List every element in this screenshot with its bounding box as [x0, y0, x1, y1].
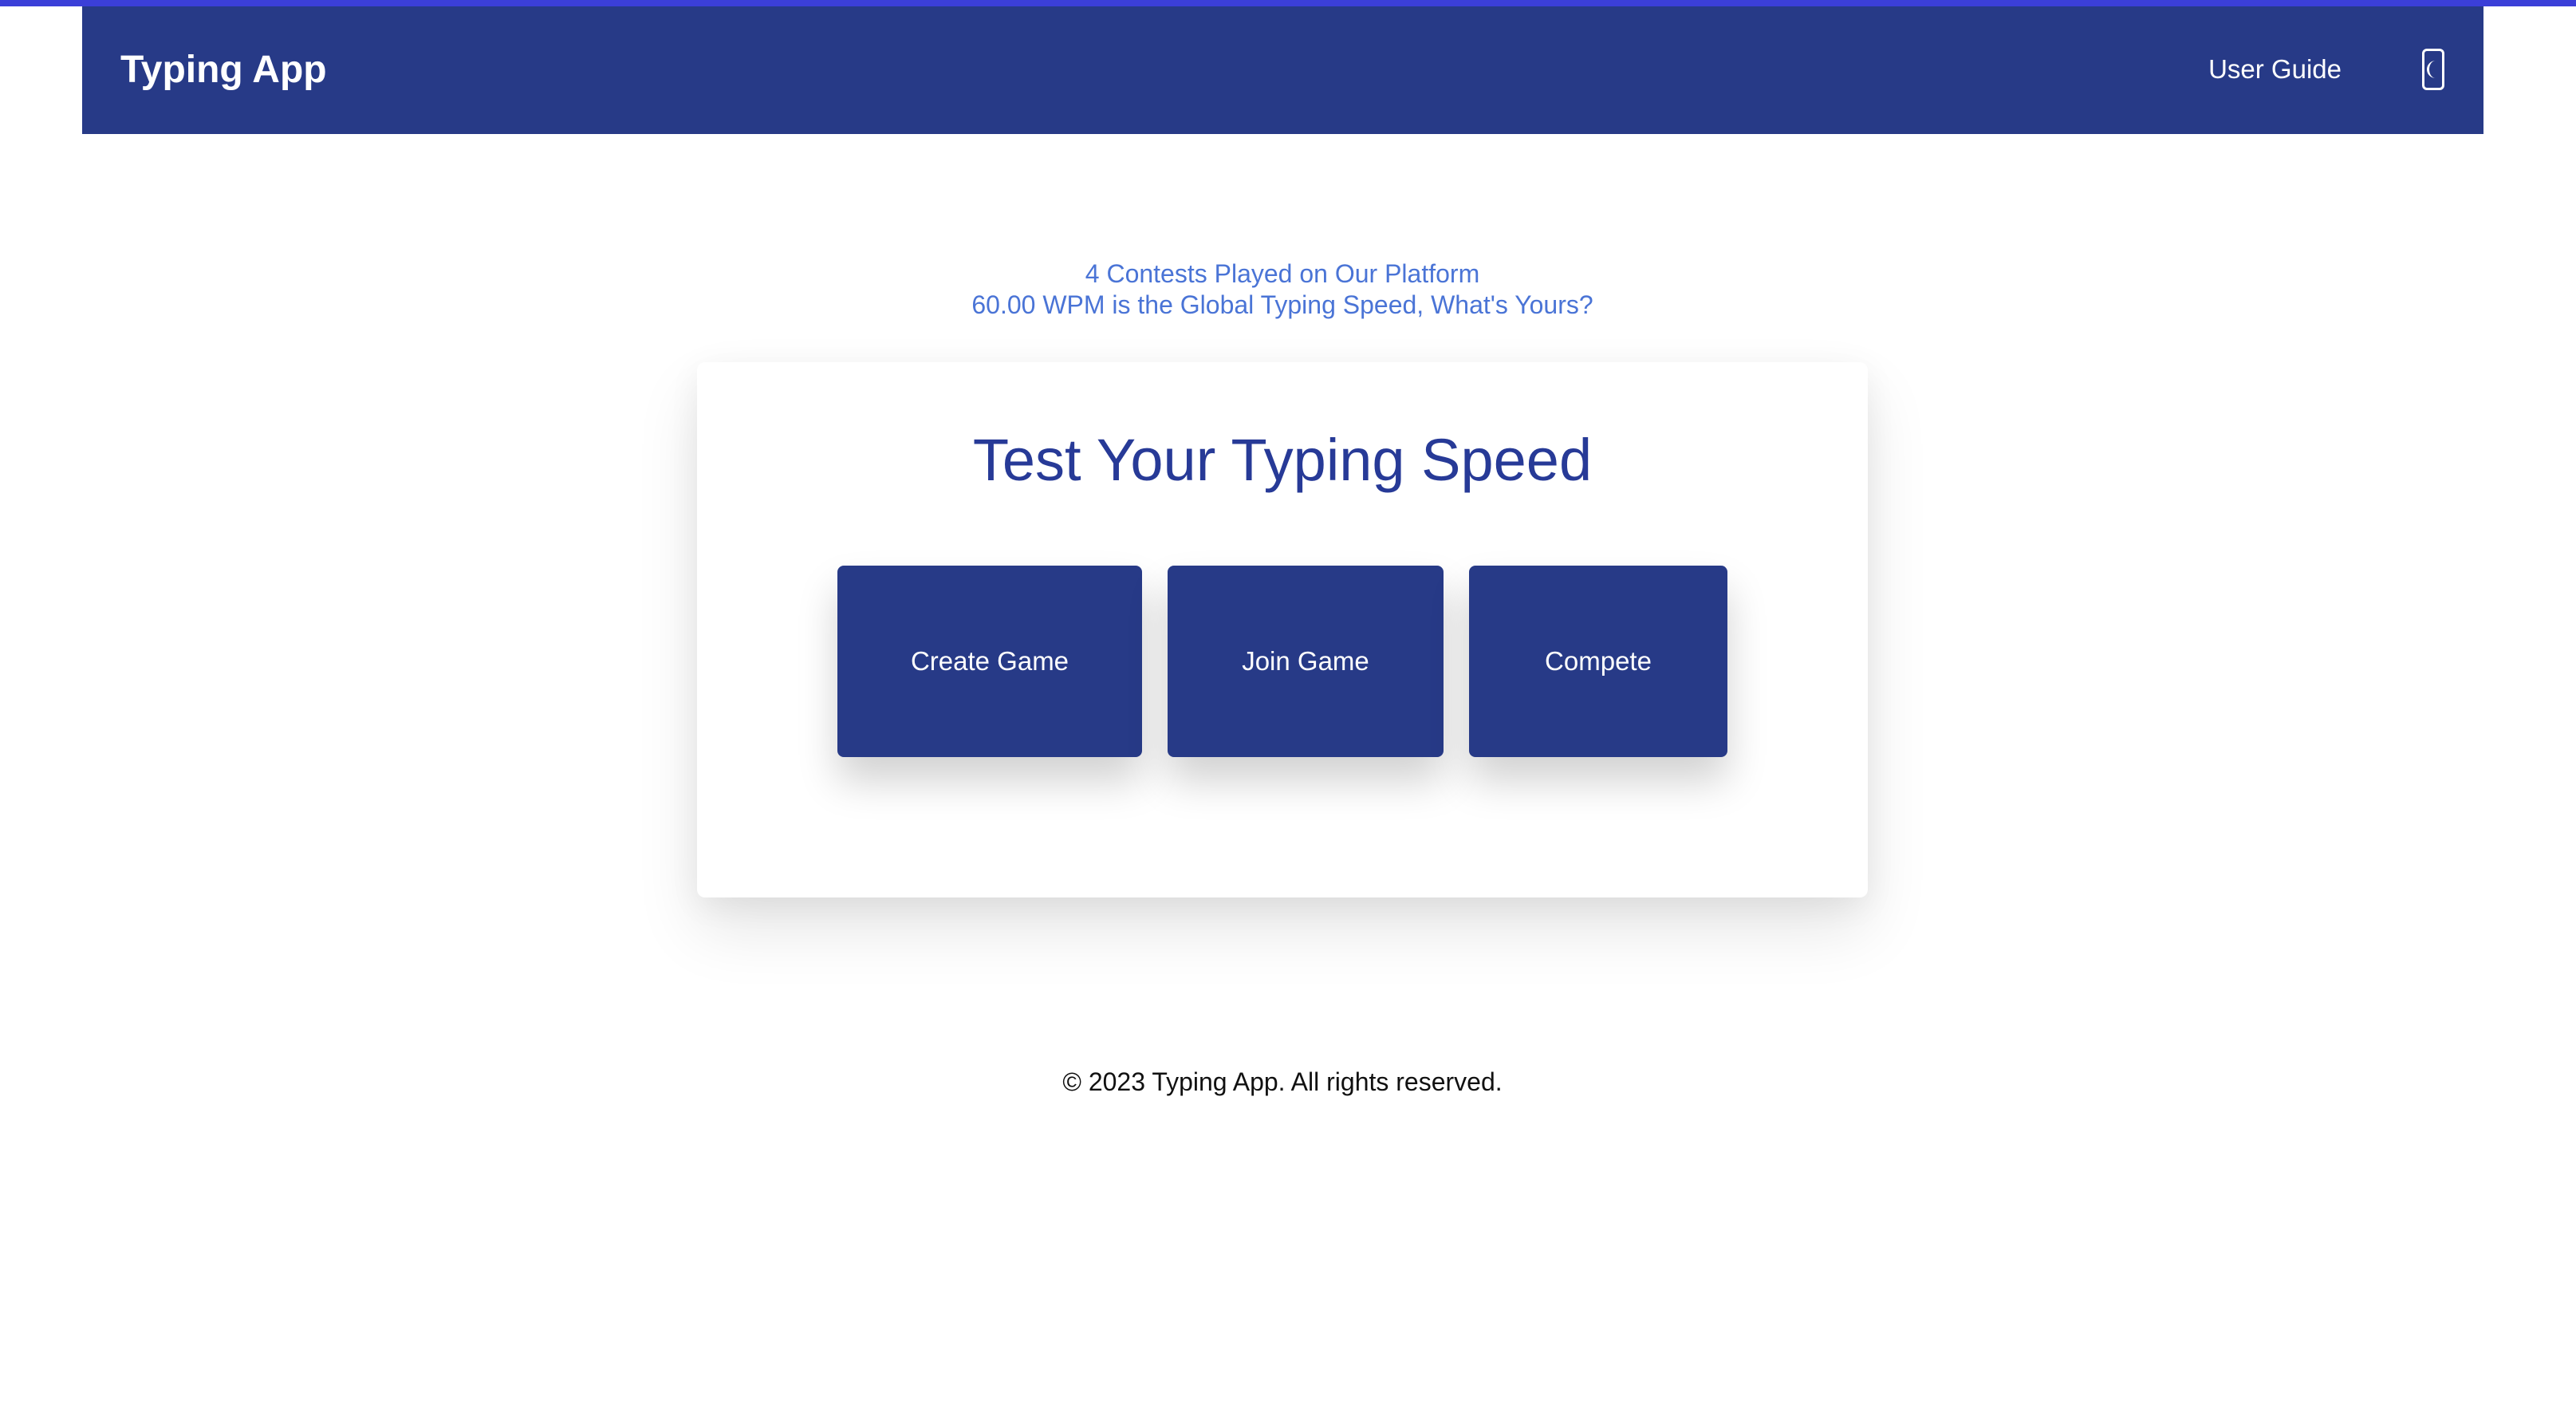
- compete-button[interactable]: Compete: [1469, 566, 1727, 757]
- navbar: Typing App User Guide: [82, 6, 2483, 134]
- contests-count-text: 4 Contests Played on Our Platform: [1085, 259, 1480, 288]
- top-accent-bar: [0, 0, 2576, 6]
- footer-copyright: © 2023 Typing App. All rights reserved.: [1062, 1067, 1503, 1096]
- brand-logo[interactable]: Typing App: [120, 46, 327, 94]
- main-card: Test Your Typing Speed Create Game Join …: [697, 362, 1868, 897]
- moon-icon: [2426, 59, 2440, 80]
- global-speed-text: 60.00 WPM is the Global Typing Speed, Wh…: [971, 290, 1593, 319]
- nav-link-user-guide[interactable]: User Guide: [2208, 53, 2342, 85]
- theme-toggle-button[interactable]: [2422, 49, 2444, 90]
- join-game-button[interactable]: Join Game: [1168, 566, 1444, 757]
- page-title: Test Your Typing Speed: [972, 427, 1593, 493]
- create-game-button[interactable]: Create Game: [837, 566, 1142, 757]
- stats-section: 4 Contests Played on Our Platform 60.00 …: [0, 258, 2565, 321]
